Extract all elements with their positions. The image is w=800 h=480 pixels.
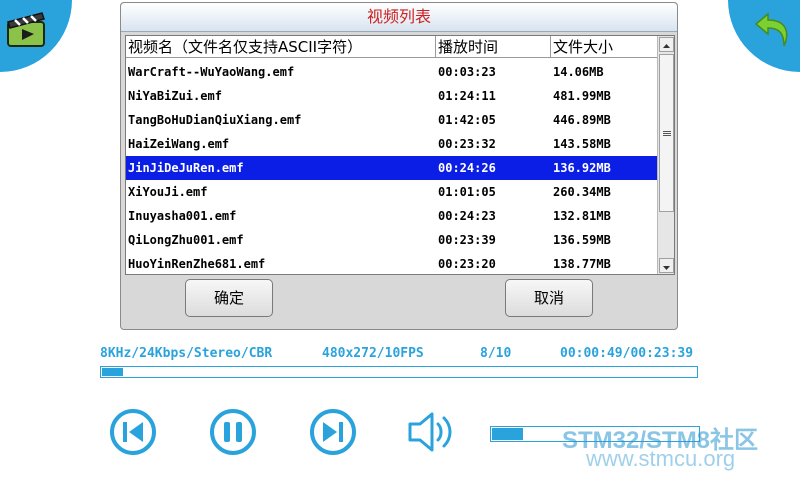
list-item[interactable]: XiYouJi.emf 01:01:05 260.34MB bbox=[126, 180, 657, 204]
file-duration: 01:24:11 bbox=[438, 89, 496, 103]
file-duration: 00:23:20 bbox=[438, 257, 496, 271]
file-name: Inuyasha001.emf bbox=[128, 209, 237, 223]
watermark-url: www.stmcu.org bbox=[586, 446, 736, 471]
file-name: QiLongZhu001.emf bbox=[128, 233, 244, 247]
progress-bar[interactable] bbox=[100, 366, 698, 378]
scroll-up-button[interactable] bbox=[659, 37, 674, 52]
arrow-down-icon bbox=[663, 266, 670, 270]
file-name: HuoYinRenZhe681.emf bbox=[128, 257, 266, 271]
list-item[interactable]: QiLongZhu001.emf 00:23:39 136.59MB bbox=[126, 228, 657, 252]
file-size: 143.58MB bbox=[553, 137, 611, 151]
progress-fill bbox=[102, 368, 123, 376]
list-item-selected[interactable]: JinJiDeJuRen.emf 00:24:26 136.92MB bbox=[126, 156, 657, 180]
file-name: NiYaBiZui.emf bbox=[128, 89, 222, 103]
audio-info: 8KHz/24Kbps/Stereo/CBR bbox=[100, 346, 273, 361]
clapperboard-icon bbox=[7, 12, 45, 47]
file-name: HaiZeiWang.emf bbox=[128, 137, 230, 151]
file-size: 136.59MB bbox=[553, 233, 611, 247]
list-item[interactable]: HuoYinRenZhe681.emf 00:23:20 138.77MB bbox=[126, 252, 657, 274]
file-duration: 01:42:05 bbox=[438, 113, 496, 127]
column-header-size[interactable]: 文件大小 bbox=[551, 36, 657, 58]
file-size: 138.77MB bbox=[553, 257, 611, 271]
file-size: 14.06MB bbox=[553, 65, 604, 79]
grip-line bbox=[663, 133, 671, 134]
pause-icon bbox=[210, 409, 256, 455]
dialog-title: 视频列表 bbox=[121, 3, 677, 32]
file-duration: 00:03:23 bbox=[438, 65, 496, 79]
file-duration: 00:24:26 bbox=[438, 161, 496, 175]
back-arrow-icon bbox=[754, 12, 788, 47]
back-button[interactable] bbox=[728, 0, 800, 72]
list-item[interactable]: WarCraft--WuYaoWang.emf 00:03:23 14.06MB bbox=[126, 60, 657, 84]
file-size: 446.89MB bbox=[553, 113, 611, 127]
grip-line bbox=[663, 131, 671, 132]
speaker-icon bbox=[408, 412, 452, 452]
video-list[interactable]: 视频名（文件名仅支持ASCII字符） 播放时间 文件大小 WarCraft--W… bbox=[125, 35, 675, 275]
previous-button[interactable] bbox=[109, 408, 157, 456]
grip-line bbox=[663, 135, 671, 136]
volume-button[interactable] bbox=[406, 408, 458, 456]
track-index: 8/10 bbox=[480, 346, 512, 361]
file-duration: 01:01:05 bbox=[438, 185, 496, 199]
file-size: 136.92MB bbox=[553, 161, 611, 175]
file-name: XiYouJi.emf bbox=[128, 185, 208, 199]
file-name: TangBoHuDianQiuXiang.emf bbox=[128, 113, 302, 127]
volume-fill bbox=[492, 428, 523, 440]
arrow-up-icon bbox=[663, 44, 670, 48]
file-name: WarCraft--WuYaoWang.emf bbox=[128, 65, 295, 79]
column-header-duration[interactable]: 播放时间 bbox=[436, 36, 551, 58]
file-size: 260.34MB bbox=[553, 185, 611, 199]
list-item[interactable]: NiYaBiZui.emf 01:24:11 481.99MB bbox=[126, 84, 657, 108]
list-item[interactable]: HaiZeiWang.emf 00:23:32 143.58MB bbox=[126, 132, 657, 156]
video-info: 480x272/10FPS bbox=[322, 346, 424, 361]
list-item[interactable]: Inuyasha001.emf 00:24:23 132.81MB bbox=[126, 204, 657, 228]
column-header-name[interactable]: 视频名（文件名仅支持ASCII字符） bbox=[126, 36, 436, 58]
list-scrollbar[interactable] bbox=[657, 36, 674, 274]
next-icon bbox=[310, 409, 356, 455]
list-item[interactable]: TangBoHuDianQiuXiang.emf 01:42:05 446.89… bbox=[126, 108, 657, 132]
file-duration: 00:24:23 bbox=[438, 209, 496, 223]
next-button[interactable] bbox=[309, 408, 357, 456]
video-list-dialog: 视频列表 视频名（文件名仅支持ASCII字符） 播放时间 文件大小 WarCra… bbox=[120, 2, 678, 330]
file-duration: 00:23:32 bbox=[438, 137, 496, 151]
cancel-button[interactable]: 取消 bbox=[505, 279, 593, 317]
file-name: JinJiDeJuRen.emf bbox=[128, 161, 244, 175]
scroll-down-button[interactable] bbox=[659, 258, 674, 273]
pause-button[interactable] bbox=[209, 408, 257, 456]
file-size: 481.99MB bbox=[553, 89, 611, 103]
file-size: 132.81MB bbox=[553, 209, 611, 223]
ok-button[interactable]: 确定 bbox=[185, 279, 273, 317]
previous-icon bbox=[110, 409, 156, 455]
file-duration: 00:23:39 bbox=[438, 233, 496, 247]
app-menu-button[interactable] bbox=[0, 0, 72, 72]
playback-time: 00:00:49/00:23:39 bbox=[560, 346, 694, 361]
scrollbar-thumb[interactable] bbox=[659, 54, 674, 212]
